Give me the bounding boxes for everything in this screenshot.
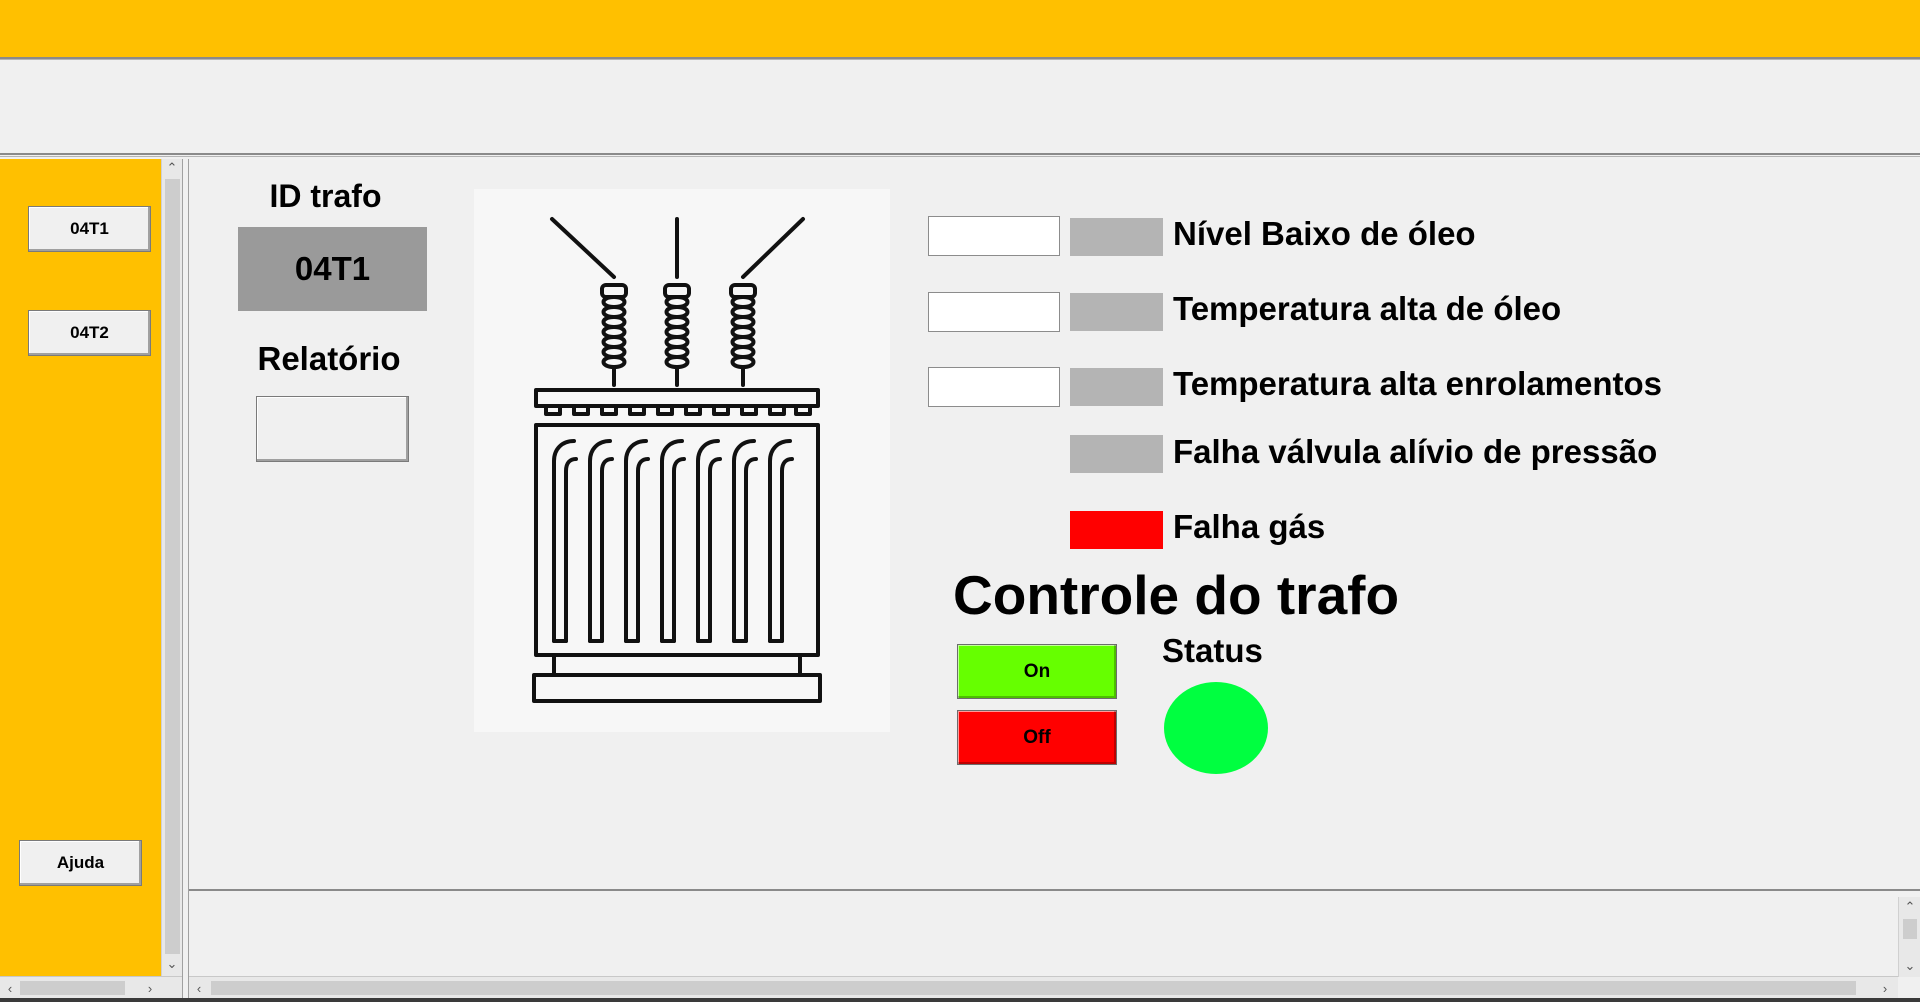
bottom-edge	[0, 998, 1920, 1002]
alarm-label-winding-temp: Temperatura alta enrolamentos	[1173, 365, 1663, 402]
message-area	[189, 893, 1920, 977]
bottom-divider	[189, 889, 1920, 891]
toolbar-area	[0, 61, 1920, 153]
scroll-thumb[interactable]	[20, 981, 125, 995]
alarm-led-oil-temp	[1070, 293, 1163, 331]
main-horizontal-scrollbar[interactable]: ‹ ›	[189, 976, 1898, 998]
scroll-down-icon[interactable]: ⌄	[1900, 957, 1920, 975]
top-divider-thin	[0, 59, 1920, 60]
status-indicator	[1164, 682, 1268, 774]
main-panel	[189, 159, 1920, 890]
scroll-up-icon[interactable]: ⌃	[1900, 898, 1920, 916]
off-button[interactable]: Off	[957, 710, 1117, 765]
scroll-right-icon[interactable]: ›	[142, 979, 158, 997]
control-title: Controle do trafo	[953, 564, 1400, 626]
toolbar-divider	[0, 153, 1920, 155]
report-label: Relatório	[257, 340, 401, 377]
on-button[interactable]: On	[957, 644, 1117, 699]
scroll-right-icon[interactable]: ›	[1877, 979, 1893, 997]
id-trafo-value: 04T1	[238, 227, 427, 311]
alarm-label-oil-temp: Temperatura alta de óleo	[1173, 290, 1562, 327]
scroll-thumb[interactable]	[211, 981, 1856, 995]
alarm-label-pressure-relief: Falha válvula alívio de pressão	[1173, 433, 1658, 470]
alarm-led-gas-fault	[1070, 511, 1163, 549]
help-button[interactable]: Ajuda	[19, 840, 142, 886]
scroll-thumb[interactable]	[1903, 919, 1917, 939]
sidebar: 04T1 04T2 Ajuda	[0, 159, 161, 976]
message-vertical-scrollbar[interactable]: ⌃ ⌄	[1898, 897, 1920, 977]
scroll-left-icon[interactable]: ‹	[2, 979, 18, 997]
report-button[interactable]	[256, 396, 409, 462]
scroll-down-icon[interactable]: ⌄	[162, 955, 182, 973]
sidebar-button-04t1[interactable]: 04T1	[28, 206, 151, 252]
sidebar-vertical-scrollbar[interactable]: ⌃ ⌄	[161, 159, 182, 976]
title-bar	[0, 0, 1920, 57]
alarm-input-oil-level[interactable]	[928, 216, 1060, 256]
sidebar-horizontal-scrollbar[interactable]: ‹ ›	[0, 976, 182, 998]
alarm-led-winding-temp	[1070, 368, 1163, 406]
id-trafo-label: ID trafo	[269, 178, 382, 214]
alarm-input-winding-temp[interactable]	[928, 367, 1060, 407]
pane-splitter[interactable]	[182, 159, 189, 1002]
sidebar-button-04t2[interactable]: 04T2	[28, 310, 151, 356]
scroll-left-icon[interactable]: ‹	[191, 979, 207, 997]
transformer-icon	[474, 189, 890, 732]
toolbar-divider-thin	[0, 156, 1920, 157]
alarm-input-oil-temp[interactable]	[928, 292, 1060, 332]
alarm-led-oil-level	[1070, 218, 1163, 256]
scroll-up-icon[interactable]: ⌃	[162, 159, 182, 177]
alarm-led-pressure-relief	[1070, 435, 1163, 473]
alarm-label-gas-fault: Falha gás	[1173, 508, 1326, 545]
alarm-label-oil-level: Nível Baixo de óleo	[1173, 215, 1476, 252]
scroll-thumb[interactable]	[165, 179, 180, 954]
status-label: Status	[1162, 632, 1263, 669]
